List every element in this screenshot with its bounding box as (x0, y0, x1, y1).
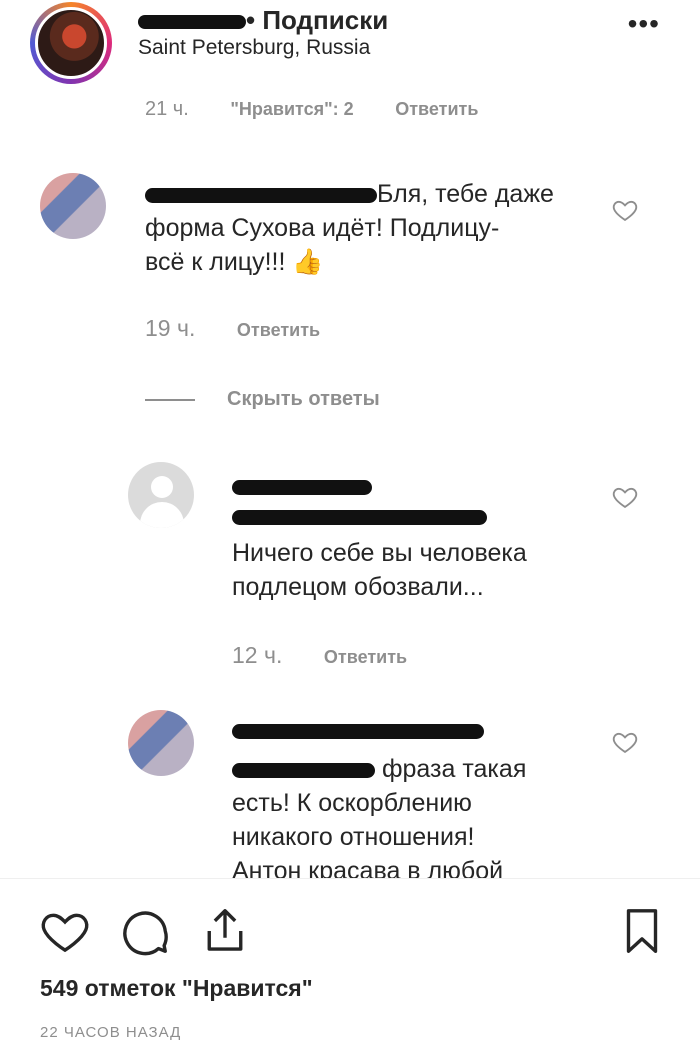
commenter-avatar[interactable] (128, 710, 194, 776)
default-avatar-icon[interactable] (128, 462, 194, 528)
bookmark-icon[interactable] (615, 904, 669, 958)
comment-body: Бля, тебе даже форма Сухова идёт! Подлиц… (145, 177, 554, 279)
reply-button[interactable]: Ответить (324, 647, 407, 667)
reply-time: 12 ч. (232, 642, 283, 668)
commenter-avatar[interactable] (40, 173, 106, 239)
reply-button[interactable]: Ответить (395, 100, 478, 119)
post-location[interactable]: Saint Petersburg, Russia (138, 36, 370, 60)
post-header: • Подписки Saint Petersburg, Russia ••• (0, 0, 700, 100)
reply-text-line: Антон красава в любой (232, 857, 504, 878)
instagram-post-comments: • Подписки Saint Petersburg, Russia ••• … (0, 0, 700, 1050)
reply-button[interactable]: Ответить (237, 320, 320, 340)
comment-text-line: всё к лицу!!! (145, 248, 286, 276)
more-horizontal-icon[interactable]: ••• (628, 8, 660, 40)
redacted-username[interactable] (232, 724, 484, 739)
redacted-mention[interactable] (232, 510, 487, 525)
author-avatar-ring[interactable] (30, 2, 112, 84)
reply-body: Ничего себе вы человека подлецом обозвал… (232, 536, 527, 604)
comment-time: 21 ч. (145, 100, 189, 120)
hide-replies-button[interactable]: Скрыть ответы (145, 388, 380, 411)
comment-icon[interactable] (118, 904, 172, 958)
redacted-mention[interactable] (232, 762, 375, 778)
thumbs-up-emoji: 👍 (292, 248, 324, 276)
reply-body: фраза такая есть! К оскорблению никакого… (232, 752, 526, 878)
share-icon[interactable] (198, 904, 252, 958)
comment-time: 19 ч. (145, 315, 196, 341)
comment-likes-count[interactable]: "Нравится": 2 (230, 100, 353, 119)
redacted-username (138, 15, 246, 30)
redacted-username[interactable] (145, 187, 377, 203)
comment-text-line: форма Сухова идёт! Подлицу- (145, 214, 500, 242)
post-time-ago: 22 ЧАСОВ НАЗАД (40, 1024, 182, 1041)
divider-line (145, 398, 195, 401)
reply-text-line: есть! К оскорблению (232, 789, 472, 817)
comment-meta-row: 21 ч. "Нравится": 2 Ответить (145, 100, 514, 121)
like-heart-icon[interactable] (611, 196, 639, 224)
post-action-bar (0, 880, 700, 980)
like-heart-icon[interactable] (611, 728, 639, 756)
reply-text-line: подлецом обозвали... (232, 573, 484, 601)
comment-meta-row: 19 ч. Ответить (145, 315, 356, 342)
likes-count[interactable]: 549 отметок "Нравится" (40, 975, 313, 1002)
heart-icon[interactable] (38, 904, 92, 958)
reply-text-line: фраза такая (381, 755, 527, 783)
divider (0, 878, 700, 879)
like-heart-icon[interactable] (611, 483, 639, 511)
redacted-username[interactable] (232, 480, 372, 495)
comments-list: 21 ч. "Нравится": 2 Ответить Бля, тебе д… (0, 100, 700, 878)
comment-text-line: Бля, тебе даже (377, 180, 554, 208)
hide-replies-label: Скрыть ответы (227, 388, 380, 410)
reply-text-line: Ничего себе вы человека (232, 539, 527, 567)
follow-status[interactable]: • Подписки (246, 5, 388, 35)
reply-meta-row: 12 ч. Ответить (232, 642, 443, 669)
reply-text-line: никакого отношения! (232, 823, 475, 851)
author-avatar[interactable] (35, 7, 107, 79)
author-username[interactable]: • Подписки (138, 5, 388, 36)
